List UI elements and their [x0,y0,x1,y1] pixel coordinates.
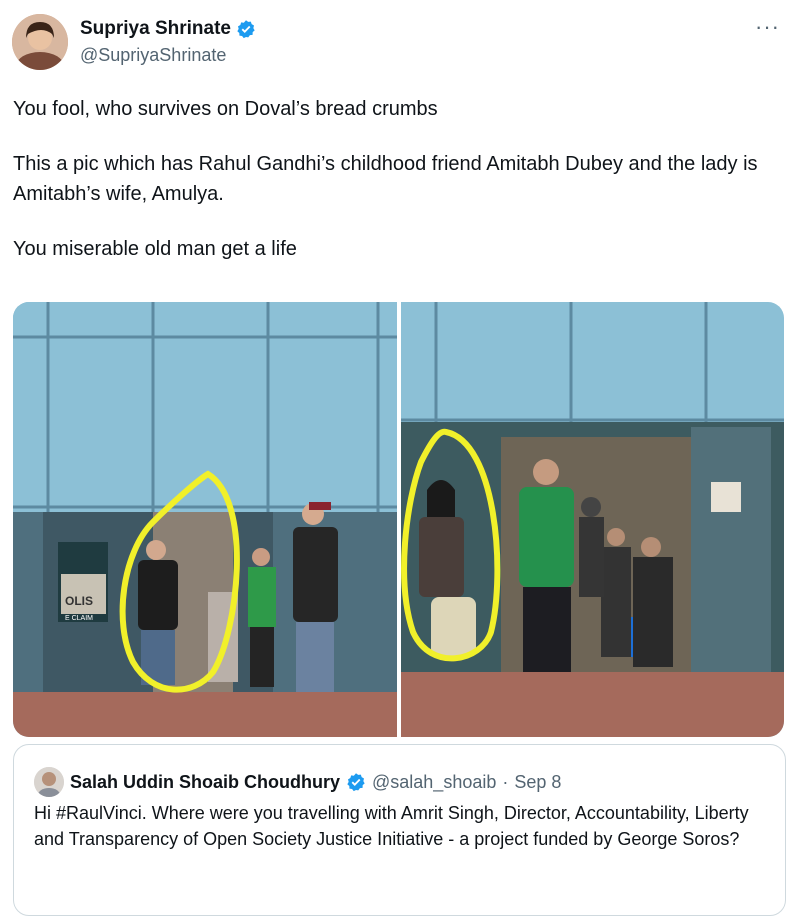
author-avatar-image [12,14,68,70]
tweet-line-1: You fool, who survives on Doval’s bread … [13,98,438,120]
tweet-line-2: This a pic which has Rahul Gandhi’s chil… [13,153,758,205]
quoted-tweet-text: Hi #RaulVinci. Where were you travelling… [34,803,749,849]
media-photo-left[interactable]: OLIS E CLAIM [13,302,397,737]
author-avatar[interactable] [12,14,68,70]
quoted-date[interactable]: Sep 8 [514,772,561,793]
quoted-author-name[interactable]: Salah Uddin Shoaib Choudhury [70,772,340,793]
verified-badge-icon [237,20,255,39]
quoted-author-avatar[interactable] [34,767,64,797]
quoted-tweet[interactable]: Salah Uddin Shoaib Choudhury @salah_shoa… [13,744,786,916]
quoted-author-handle[interactable]: @salah_shoaib [372,772,496,793]
quoted-author-avatar-image [34,767,64,797]
tweet-media[interactable]: OLIS E CLAIM [13,302,784,737]
more-options-icon[interactable]: ··· [755,14,780,40]
sign-text-1: OLIS [65,594,93,608]
author-name-row: Supriya Shrinate [80,18,256,40]
author-handle[interactable]: @SupriyaShrinate [80,45,226,66]
sign-text-2: E CLAIM [65,615,93,622]
quoted-tweet-header: Salah Uddin Shoaib Choudhury @salah_shoa… [34,767,561,797]
quoted-separator: · [502,771,509,792]
author-display-name[interactable]: Supriya Shrinate [80,18,231,40]
tweet-line-3: You miserable old man get a life [13,238,297,260]
media-photo-right[interactable] [401,302,784,737]
tweet-text: You fool, who survives on Doval’s bread … [13,94,783,289]
quoted-verified-badge-icon [347,773,365,792]
